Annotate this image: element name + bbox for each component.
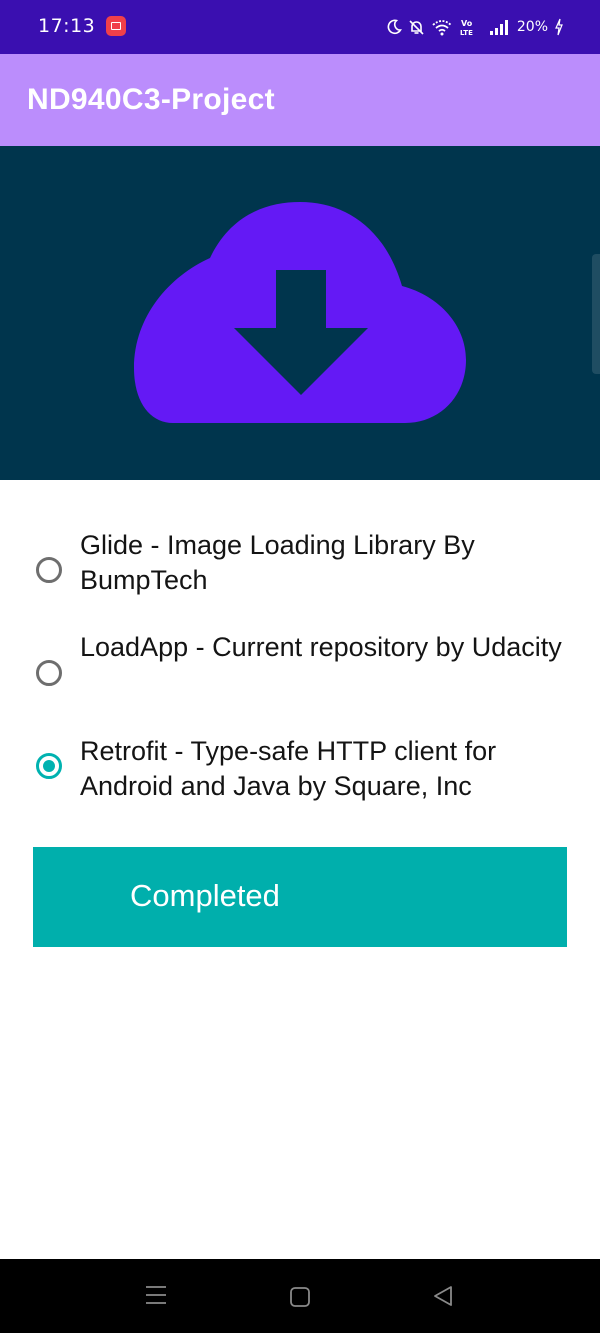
option-label-retrofit: Retrofit - Type-safe HTTP client for And…	[80, 736, 497, 801]
charging-icon	[555, 18, 563, 36]
download-button-label: Completed	[130, 878, 280, 913]
status-time: 17:13	[38, 15, 96, 37]
option-label-glide: Glide - Image Loading Library By BumpTec…	[80, 530, 475, 595]
radio-loadapp[interactable]	[36, 660, 62, 686]
moon-icon	[387, 19, 402, 35]
back-icon[interactable]	[432, 1285, 454, 1307]
app-bar: ND940C3-Project	[0, 54, 600, 146]
scroll-handle[interactable]	[592, 254, 600, 374]
svg-text:LTE: LTE	[460, 29, 473, 37]
status-icons: Vo LTE 20%	[386, 14, 564, 40]
option-loadapp[interactable]: LoadApp - Current repository by Udacity	[34, 630, 574, 706]
screen-record-icon	[106, 16, 126, 36]
battery-level: 20%	[516, 19, 548, 35]
option-retrofit[interactable]: Retrofit - Type-safe HTTP client for And…	[34, 734, 574, 810]
option-label-loadapp: LoadApp - Current repository by Udacity	[80, 632, 562, 662]
volte-icon: Vo LTE	[460, 19, 473, 37]
cloud-download-icon	[134, 202, 466, 423]
radio-glide[interactable]	[36, 557, 62, 583]
option-glide[interactable]: Glide - Image Loading Library By BumpTec…	[34, 528, 574, 604]
radio-retrofit[interactable]	[36, 753, 62, 779]
menu-icon[interactable]	[145, 1285, 167, 1305]
signal-icon	[489, 20, 508, 35]
bell-off-icon	[409, 19, 424, 35]
navigation-bar	[0, 1259, 600, 1333]
download-button[interactable]: Completed	[33, 847, 567, 947]
hero-banner	[0, 146, 600, 480]
status-bar: 17:13 Vo LTE 20%	[0, 0, 600, 54]
wifi-icon	[432, 20, 452, 36]
app-title: ND940C3-Project	[27, 83, 275, 116]
svg-text:Vo: Vo	[461, 19, 473, 28]
home-icon[interactable]	[289, 1286, 311, 1308]
